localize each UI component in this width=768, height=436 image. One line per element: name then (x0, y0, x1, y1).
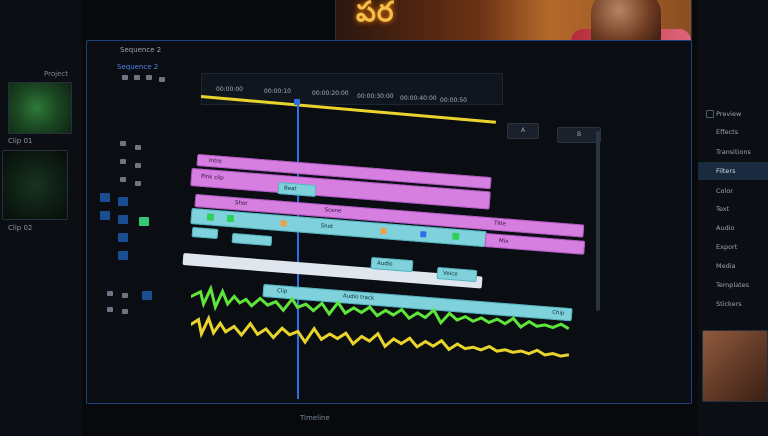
panel-item[interactable]: Media (716, 262, 736, 270)
bin-thumbnail[interactable] (2, 150, 68, 220)
timecode: 00:00:40:00 (400, 95, 437, 102)
link-icon[interactable] (134, 75, 140, 80)
video-clip[interactable] (231, 233, 273, 247)
track-toggle[interactable] (118, 215, 128, 224)
marker-icon[interactable] (146, 75, 152, 80)
bin-item-label: Clip 02 (8, 224, 33, 232)
eye-icon[interactable] (135, 163, 141, 168)
lock-icon[interactable] (120, 159, 126, 164)
panel-item[interactable]: Preview (716, 110, 741, 118)
panel-item[interactable]: Effects (716, 128, 738, 136)
keyframe-marker (380, 227, 387, 235)
timecode: 00:00:30:00 (357, 93, 394, 100)
timecode: 00:00:50 (440, 97, 467, 104)
audio-waveform-yellow[interactable] (191, 313, 581, 403)
panel-item[interactable]: Text (716, 205, 729, 213)
keyframe-marker (451, 232, 460, 241)
eye-icon[interactable] (135, 181, 141, 186)
effects-panel: Preview Effects Transitions Filters Colo… (698, 0, 768, 436)
audio-clip[interactable]: Beat (277, 182, 317, 197)
track-toggle[interactable] (118, 251, 128, 260)
playhead-handle[interactable] (294, 99, 300, 105)
lock-icon[interactable] (120, 141, 126, 146)
bin-item-label: Clip 01 (8, 137, 33, 145)
keyframe-marker (206, 213, 215, 221)
panel-thumbnail[interactable] (702, 330, 768, 402)
clip-label: Intro (208, 157, 222, 165)
preview-icon (706, 110, 714, 118)
timecode: 00:00:20:00 (312, 90, 349, 97)
bin-header: Project (44, 70, 68, 78)
panel-item[interactable]: Filters (716, 167, 735, 175)
track-toggle[interactable] (100, 211, 110, 220)
panel-item[interactable]: Stickers (716, 300, 742, 308)
mute-icon[interactable] (107, 291, 113, 296)
media-bin-panel: Project Clip 01 Clip 02 (0, 0, 82, 436)
panel-item[interactable]: Templates (716, 281, 749, 289)
timeline-scrollbar[interactable] (596, 131, 600, 311)
mute-icon[interactable] (107, 307, 113, 312)
timecode: 00:00:10 (264, 88, 291, 95)
track-toggle[interactable] (142, 291, 152, 300)
panel-item[interactable]: Color (716, 187, 733, 195)
clip-label: Mix (498, 238, 509, 245)
clip-label: Title (493, 220, 507, 228)
settings-icon[interactable] (159, 77, 165, 82)
solo-icon[interactable] (122, 293, 128, 298)
clip-label: Beat (283, 185, 297, 193)
keyframe-marker (280, 220, 287, 227)
timeline-panel[interactable]: Sequence 2 Sequence 2 00:00:00 00:00:10 … (86, 40, 692, 404)
snap-icon[interactable] (122, 75, 128, 80)
bin-thumbnail[interactable] (8, 82, 72, 134)
toggle-button[interactable]: B (557, 127, 601, 143)
clip-label: Voice (442, 270, 458, 278)
clip-label: Pink clip (200, 173, 224, 182)
sequence-name: Sequence 2 (117, 63, 159, 71)
clip-label: Audio (376, 260, 393, 268)
preview-title-art: పర (356, 0, 395, 28)
keyframe-marker (420, 231, 427, 238)
track-toggle[interactable] (139, 217, 149, 226)
track-toggle[interactable] (100, 193, 110, 202)
clip-label: Shot (234, 200, 248, 208)
panel-item[interactable]: Export (716, 243, 737, 251)
panel-item[interactable]: Transitions (716, 148, 751, 156)
sequence-tab[interactable]: Sequence 2 (120, 46, 161, 54)
video-clip[interactable] (191, 227, 219, 240)
solo-icon[interactable] (122, 309, 128, 314)
panel-item[interactable]: Audio (716, 224, 734, 232)
status-text: Timeline (300, 414, 330, 422)
track-toggle[interactable] (118, 233, 128, 242)
keyframe-marker (226, 214, 235, 223)
lock-icon[interactable] (120, 177, 126, 182)
clip-label: Shot (320, 223, 334, 231)
timecode: 00:00:00 (216, 86, 243, 93)
clip-label: Scene (324, 207, 342, 215)
track-toggle[interactable] (118, 197, 128, 206)
toggle-button[interactable]: A (507, 123, 539, 139)
eye-icon[interactable] (135, 145, 141, 150)
